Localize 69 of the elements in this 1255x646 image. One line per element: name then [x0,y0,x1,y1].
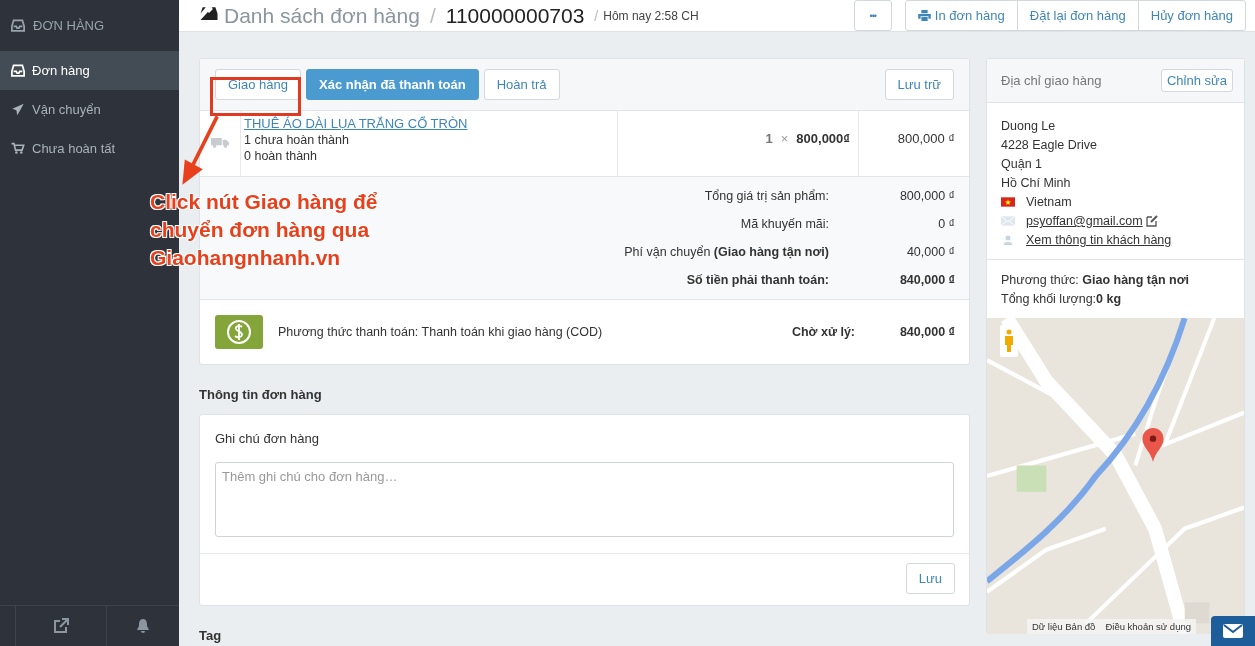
breadcrumb-separator: / [594,7,599,24]
line-total: 800,000 ₫ [897,131,955,146]
paper-plane-icon [11,103,25,116]
unit-price: 800,000₫ [796,131,850,146]
header-action-button[interactable]: Đặt lại đơn hàng [1016,0,1139,31]
inbox-icon [11,64,25,77]
sidebar-item[interactable]: Vận chuyển [0,90,179,129]
fulfillment-button[interactable]: Xác nhận đã thanh toán [306,69,479,100]
bell-icon[interactable] [135,618,151,634]
fulfilled-count: 0 hoàn thành [244,149,318,163]
external-link-icon[interactable] [53,618,69,634]
person-icon [1001,235,1015,245]
money-icon [215,315,263,349]
edit-button[interactable]: Chỉnh sửa [1161,69,1233,92]
total-label: Mã khuyến mãi: [740,217,829,231]
section-title: Thông tin đơn hàng [199,386,323,404]
unfulfilled-count: 1 chưa hoàn thành [244,133,350,147]
shipping-method: Phương thức: Giao hàng tận nơi [1001,273,1191,287]
breadcrumb-link[interactable]: Danh sách đơn hàng [224,3,420,28]
sidebar-title: ĐƠN HÀNG [33,18,105,33]
email-link[interactable]: psyoffan@gmail.com [1026,214,1143,228]
card-title: Địa chỉ giao hàng [1001,73,1102,88]
total-value: 800,000 ₫ [898,189,956,203]
header-action-button[interactable]: Hủy đơn hàng [1137,0,1246,31]
total-value: 840,000 ₫ [898,273,956,287]
envelope-icon [1001,216,1015,226]
address-line: 4228 Eagle Drive [1001,138,1098,152]
note-field[interactable]: Thêm ghi chú cho đơn hàng… [215,462,954,537]
inbox-icon [11,19,25,32]
total-weight: Tổng khối lượng:0 kg [1001,292,1123,306]
edit-icon[interactable] [1145,215,1158,227]
total-value: 0 ₫ [937,217,956,231]
district: Quận 1 [1001,157,1043,171]
order-time: Hôm nay 2:58 CH [603,8,699,23]
total-label: Tổng giá trị sản phẩm: [704,189,829,203]
cart-icon [11,142,25,155]
save-button[interactable]: Lưu [905,563,955,594]
total-label: Số tiền phải thanh toán: [686,273,829,287]
quantity: 1 [765,131,773,146]
country: Vietnam [1026,195,1072,209]
envelope-icon [1223,624,1243,638]
breadcrumb-separator: / [429,3,436,28]
archive-button[interactable]: Lưu trữ [884,69,954,100]
total-value: 40,000 ₫ [905,245,956,259]
customer-link[interactable]: Xem thông tin khách hàng [1026,233,1172,247]
header-action-button[interactable]: In đơn hàng [904,0,1018,31]
mail-button[interactable] [1211,616,1255,646]
customer-name: Duong Le [1001,119,1057,133]
payment-method: Phương thức thanh toán: Thanh toán khi giao hàng (COD) [278,325,604,339]
more-button[interactable]: ••• [853,0,892,31]
fulfillment-button[interactable]: Hoàn trả [483,69,560,100]
truck-icon [211,137,229,148]
payment-status: Chờ xử lý: [791,325,855,339]
product-link[interactable]: THUÊ ÁO DÀI LỤA TRẮNG CỔ TRÒN [244,116,614,131]
map-footer-link[interactable]: Điều khoản sử dụng [1100,619,1196,634]
total-label: Phí vận chuyển (Giao hàng tận nơi) [624,245,829,259]
printer-icon [917,10,931,21]
pegman-icon [1004,329,1014,353]
sidebar-item[interactable]: Chưa hoàn tất [0,129,179,168]
city: Hồ Chí Minh [1001,176,1072,190]
map-pin-icon [1142,428,1164,462]
sidebar-item[interactable]: Đơn hàng [0,51,179,90]
section-title: Tag [199,627,223,645]
note-label: Ghi chú đơn hàng [215,431,320,446]
order-number: 110000000703 [445,3,585,28]
payment-amount: 840,000 ₫ [898,325,955,339]
flag-icon [1001,197,1015,207]
map-footer-link[interactable]: Dữ liệu Bản đồ [1027,619,1101,634]
times-sign: × [780,131,789,146]
